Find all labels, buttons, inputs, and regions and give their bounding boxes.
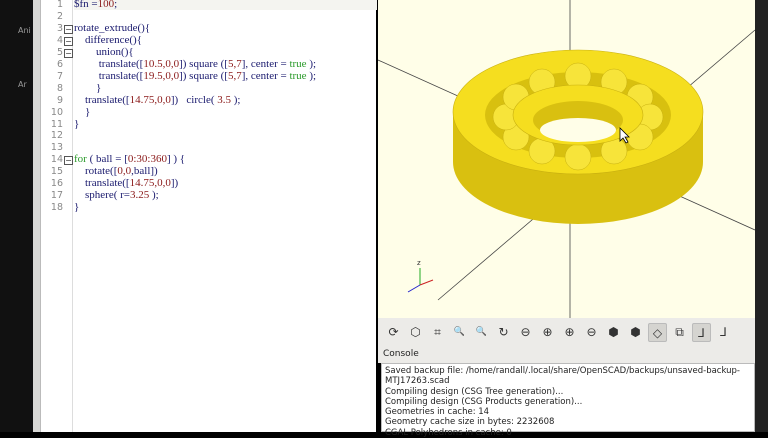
line-number: 4: [56, 34, 63, 46]
code-line[interactable]: translate([14.75,0,0]): [74, 177, 178, 189]
current-line-highlight: [74, 0, 377, 10]
3d-viewport[interactable]: z: [377, 0, 756, 318]
code-line[interactable]: }: [74, 106, 90, 118]
console-line: Geometry cache size in bytes: 2232608: [385, 417, 555, 428]
console-line: Compiling design (CSG Tree generation)..…: [385, 386, 564, 397]
code-line[interactable]: union(){: [74, 46, 134, 58]
line-number: 1: [56, 0, 63, 10]
side-label: Ani: [18, 26, 31, 35]
line-number: 16: [50, 178, 63, 190]
reset-view-icon[interactable]: ↻: [494, 323, 513, 342]
code-line[interactable]: $fn =100;: [74, 0, 117, 10]
show-axes-icon[interactable]: ⅃: [692, 322, 711, 342]
view-right-icon[interactable]: ⊖: [516, 323, 535, 342]
console-title: Console: [378, 346, 755, 363]
view-front-icon[interactable]: ⬢: [604, 323, 623, 342]
code-line[interactable]: }: [74, 82, 101, 94]
code-line[interactable]: }: [74, 118, 79, 130]
show-scale-icon[interactable]: ⅃: [714, 323, 733, 342]
console-line: CGAL Polyhedrons in cache: 0: [385, 427, 512, 438]
line-number: 2: [56, 10, 63, 22]
bearing-model: [452, 49, 704, 224]
console-line: Geometries in cache: 14: [385, 407, 490, 418]
code-line[interactable]: }: [74, 201, 79, 213]
line-number: 6: [56, 58, 63, 70]
view-left-icon[interactable]: ⊖: [582, 323, 601, 342]
view-toolbar: ⟳ ⬡ ⌗ 🔍 🔍 ↻ ⊖ ⊕ ⊕ ⊖ ⬢ ⬢ ◇ ⧉ ⅃ ⅃: [378, 318, 755, 346]
preview-icon[interactable]: ⬡: [406, 323, 425, 342]
screen-border-left: [0, 0, 33, 432]
console-line: Saved backup file: /home/randall/.local/…: [385, 366, 740, 387]
line-number: 18: [50, 202, 63, 214]
orthogonal-icon[interactable]: ⧉: [670, 323, 689, 342]
code-line[interactable]: for ( ball = [0:30:360] ) {: [74, 153, 185, 165]
zoom-out-icon[interactable]: 🔍: [472, 323, 491, 342]
fold-toggle-icon[interactable]: −: [64, 156, 73, 166]
line-number: 17: [50, 190, 63, 202]
code-line[interactable]: translate([14.75,0,0]) circle( 3.5 );: [74, 94, 241, 106]
side-label: Ar: [18, 80, 27, 89]
line-number: 9: [56, 94, 63, 106]
screen-border-right: [755, 0, 768, 432]
code-line[interactable]: difference(){: [74, 34, 142, 46]
console-line: Compiling design (CSG Products generatio…: [385, 396, 583, 407]
view-all-icon[interactable]: ⌗: [428, 323, 447, 342]
code-line[interactable]: sphere( r=3.25 );: [74, 189, 159, 201]
line-number: 12: [50, 130, 63, 142]
axis-indicator: [407, 268, 434, 293]
line-number: 11: [50, 118, 63, 130]
line-number: 5: [56, 46, 63, 58]
line-number: 13: [50, 142, 63, 154]
view-bottom-icon[interactable]: ⊕: [560, 323, 579, 342]
code-editor[interactable]: 1 $fn =100; 2 3− rotate_extrude(){4− differe…: [40, 0, 377, 432]
fold-toggle-icon[interactable]: −: [64, 36, 73, 46]
console-output[interactable]: Saved backup file: /home/randall/.local/…: [381, 363, 755, 438]
line-number: 8: [56, 82, 63, 94]
perspective-icon[interactable]: ◇: [648, 322, 667, 342]
line-number: 14: [50, 154, 63, 166]
view-top-icon[interactable]: ⊕: [538, 323, 557, 342]
code-line[interactable]: rotate_extrude(){: [74, 22, 150, 34]
line-number: 10: [50, 106, 63, 118]
line-number: 15: [50, 166, 63, 178]
zoom-in-icon[interactable]: 🔍: [450, 323, 469, 342]
render-icon[interactable]: ⟳: [384, 323, 403, 342]
view-back-icon[interactable]: ⬢: [626, 323, 645, 342]
line-number: 3: [56, 22, 63, 34]
code-line[interactable]: rotate([0,0,ball]): [74, 165, 158, 177]
code-line[interactable]: translate([19.5,0,0]) square ([5,7], cen…: [74, 70, 316, 82]
line-number: 7: [56, 70, 63, 82]
fold-toggle-icon[interactable]: −: [64, 48, 73, 58]
code-line[interactable]: translate([10.5,0,0]) square ([5,7], cen…: [74, 58, 316, 70]
axis-label-z: z: [417, 259, 421, 267]
fold-toggle-icon[interactable]: −: [64, 24, 73, 34]
